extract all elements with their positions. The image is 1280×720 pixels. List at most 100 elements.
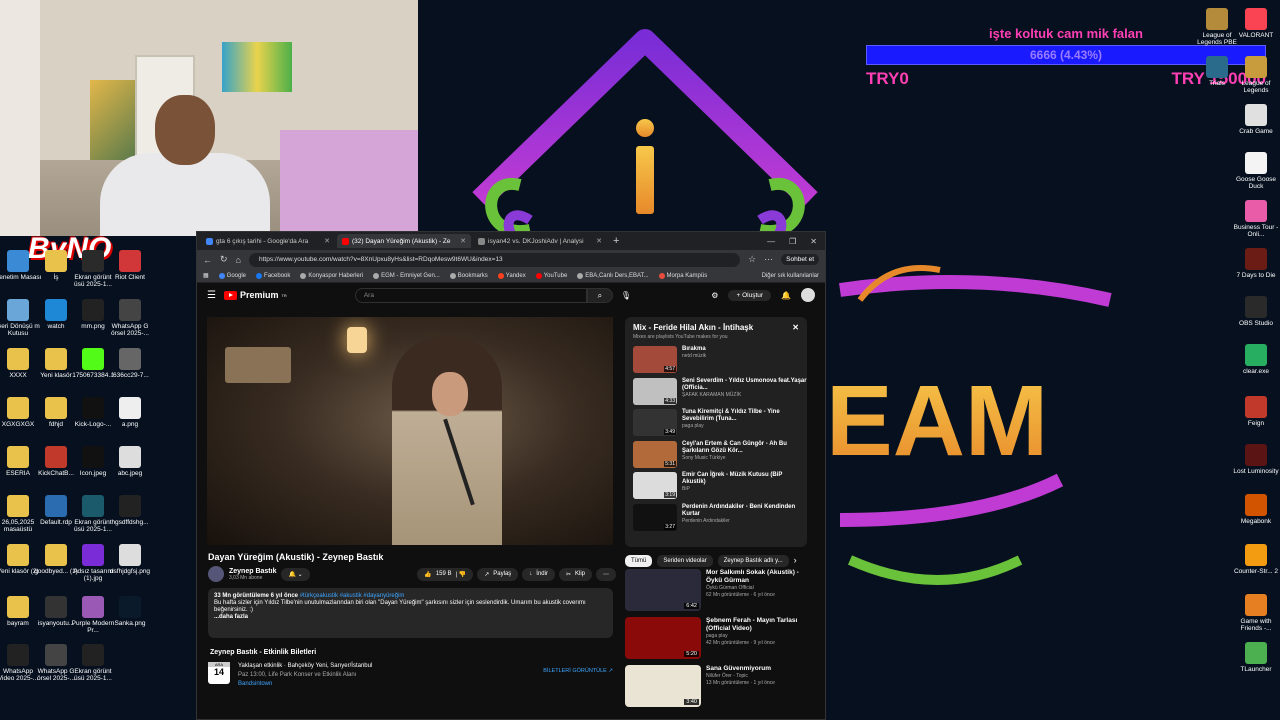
desktop-icon[interactable]: Sanka.png [106, 596, 154, 627]
search-icon[interactable]: ⌕ [586, 287, 613, 303]
hashtags[interactable]: #türkçeakustik #akustik #dayanyüreğim [300, 593, 405, 599]
filter-chip[interactable]: Tümü [625, 555, 653, 567]
playlist-thumbnail[interactable]: 5:31 [633, 440, 677, 468]
playlist-item[interactable]: 3:19 Emir Can İğrek - Müzik Kutusu (BiP A… [633, 472, 807, 504]
filter-chip[interactable]: Seriden videolar [657, 555, 713, 567]
chat-button[interactable]: Sohbet et [781, 254, 819, 265]
download-button[interactable]: ↓ İndir [522, 567, 555, 581]
desktop-icon[interactable]: OBS Studio [1232, 296, 1280, 327]
desktop-icon[interactable]: League of Legends [1232, 56, 1280, 94]
view-tickets-link[interactable]: BİLETLERİ GÖRÜNTÜLE ↗ [543, 662, 613, 692]
bookmark-item[interactable]: Google [218, 272, 246, 279]
reload-icon[interactable]: ↻ [220, 254, 228, 265]
desktop-icon[interactable]: Riot Client [106, 250, 154, 281]
new-tab-button[interactable]: + [613, 235, 619, 247]
playlist-thumbnail[interactable]: 3:19 [633, 472, 677, 499]
bookmark-item[interactable]: Facebook [256, 272, 290, 279]
show-more-link[interactable]: ...daha fazla [214, 614, 607, 621]
video-thumbnail[interactable]: 5:20 [625, 617, 701, 659]
screenshot-icon [82, 495, 104, 517]
event-source-link[interactable]: Bandsintown [238, 680, 372, 689]
playlist-item[interactable]: 3:27 Perdenin Ardındakiler - Beni Kendind… [633, 503, 807, 536]
minimize-icon[interactable]: — [767, 237, 775, 246]
playlist-item[interactable]: 5:31 Ceyl'an Ertem & Can Güngör - Ah Bu Ş… [633, 440, 807, 473]
bookmark-item[interactable]: EGM - Emniyet Gen... [373, 272, 440, 279]
desktop-icon[interactable]: abc.jpeg [106, 446, 154, 477]
desktop-icon[interactable]: Lost Luminosity [1232, 444, 1280, 475]
recommended-video[interactable]: 5:20 Şebnem Ferah - Mayın Tarlası (Offici… [625, 617, 807, 659]
youtube-premium-logo[interactable]: Premium TR [223, 290, 287, 300]
like-button[interactable]: 👍 159 B | 👎 [417, 567, 474, 581]
channel-name[interactable]: Zeynep Bastık [229, 568, 276, 575]
playlist-item[interactable]: 3:49 Tuna Kiremitçi & Yıldız Tilbe - Yine… [633, 409, 807, 441]
desktop-icon[interactable]: a.png [106, 397, 154, 428]
bookmark-item[interactable]: Konyaspor Haberleri [300, 272, 363, 279]
desktop-icon[interactable]: Goose Goose Duck [1232, 152, 1280, 190]
menu-icon[interactable]: ☰ [207, 290, 216, 301]
playlist-item[interactable]: 4:33 Seni Severdim - Yıldız Usmonova feat… [633, 377, 807, 410]
clip-button[interactable]: ✂ Klip [558, 567, 592, 581]
close-tab-icon[interactable]: ✕ [460, 237, 466, 245]
desktop-icon[interactable]: Megabonk [1232, 494, 1280, 525]
star-bookmark-icon[interactable]: ☆ [748, 254, 756, 265]
video-thumbnail[interactable]: 6:42 [625, 569, 701, 611]
home-icon[interactable]: ⌂ [236, 255, 241, 265]
voice-search-icon[interactable]: 🎙 [621, 291, 631, 300]
bookmark-item[interactable]: EBA,Canlı Ders,EBAT... [577, 272, 649, 279]
other-bookmarks-folder[interactable]: Diğer sık kullanılanlar [762, 273, 819, 279]
bookmark-item[interactable]: Yandex [497, 272, 526, 279]
search-input[interactable]: Ara [354, 287, 587, 303]
desktop-icon[interactable]: dsfhjdgfsj.png [106, 544, 154, 575]
more-actions-icon[interactable]: ⋯ [596, 567, 616, 581]
event-time: Paz 13:00, Life Park Konser ve Etkinlik … [238, 672, 357, 678]
close-tab-icon[interactable]: ✕ [324, 237, 330, 245]
desktop-icon[interactable]: clear.exe [1232, 344, 1280, 375]
video-player[interactable] [207, 317, 613, 545]
close-icon[interactable]: ✕ [792, 323, 799, 332]
filter-chip[interactable]: Zeynep Bastık adlı y... [717, 555, 789, 567]
create-button[interactable]: + Oluştur [728, 289, 772, 301]
video-description[interactable]: 33 Mn görüntüleme 6 yıl önce #türkçeakus… [208, 588, 613, 638]
maximize-icon[interactable]: ❐ [789, 237, 796, 246]
playlist-thumbnail[interactable]: 3:49 [633, 409, 677, 436]
share-button[interactable]: ↗ Paylaş [477, 567, 519, 581]
desktop-icon[interactable]: Business Tour - Onli... [1232, 200, 1280, 238]
desktop-icon[interactable]: hgsdffdshg... [106, 495, 154, 526]
back-icon[interactable]: ← [203, 255, 212, 265]
video-thumbnail[interactable]: 3:40 [625, 665, 701, 707]
image-icon [119, 446, 141, 468]
desktop-icon[interactable]: f636cc29-7... [106, 348, 154, 379]
desktop-icon[interactable]: Crab Game [1232, 104, 1280, 135]
url-field[interactable]: https://www.youtube.com/watch?v=8XnUpxu8… [248, 252, 741, 267]
bookmark-item[interactable]: YouTube [535, 272, 567, 279]
recommended-video[interactable]: 6:42 Mor Salkımlı Sokak (Akustik) - Öykü … [625, 569, 807, 611]
recommended-video[interactable]: 3:40 Sana Güvenmiyorum Nilüfer Örer - Topi… [625, 665, 807, 707]
desktop-icon[interactable]: VALORANT [1232, 8, 1280, 39]
desktop-icon[interactable]: WhatsApp G örsel 2025-... [106, 299, 154, 337]
browser-tab-youtube[interactable]: (32) Dayan Yüreğim (Akustik) - Ze ✕ [337, 234, 471, 248]
extensions-icon[interactable]: ⋯ [764, 254, 773, 265]
channel-avatar[interactable] [208, 566, 224, 582]
browser-tab-analysis[interactable]: isyan42 vs. DKJoshiAdv | Analysi ✕ [473, 234, 607, 248]
desktop-icon[interactable]: Ekran görünt üsü 2025-1... [69, 644, 117, 682]
subscribed-bell-button[interactable]: 🔔 ⌄ [281, 567, 310, 581]
desktop-icon[interactable]: TLauncher [1232, 642, 1280, 673]
bookmark-item[interactable]: Bookmarks [449, 272, 488, 279]
bookmark-item[interactable]: Morpa Kampüs [658, 272, 707, 279]
playlist-thumbnail[interactable]: 4:57 [633, 346, 677, 373]
cast-icon[interactable]: ⚙ [711, 291, 718, 300]
notifications-icon[interactable]: 🔔 [781, 291, 791, 300]
playlist-thumbnail[interactable]: 4:33 [633, 377, 677, 405]
browser-tab-google[interactable]: gta 6 çıkış tarihi - Google'da Ara ✕ [201, 234, 335, 248]
desktop-icon[interactable]: Counter-Str... 2 [1232, 544, 1280, 575]
desktop-icon[interactable]: Feign [1232, 396, 1280, 427]
avatar[interactable] [801, 288, 815, 302]
desktop-icon[interactable]: Game with Friends -... [1232, 594, 1280, 632]
desktop-icon[interactable]: 7 Days to Die [1232, 248, 1280, 279]
close-window-icon[interactable]: ✕ [810, 237, 817, 246]
close-tab-icon[interactable]: ✕ [596, 237, 602, 245]
chevron-right-icon[interactable]: › [794, 555, 797, 567]
apps-grid-icon[interactable]: ▦ [203, 272, 209, 279]
playlist-thumbnail[interactable]: 3:27 [633, 503, 677, 531]
playlist-item[interactable]: 4:57 Bırakma netd müzik [633, 346, 807, 378]
